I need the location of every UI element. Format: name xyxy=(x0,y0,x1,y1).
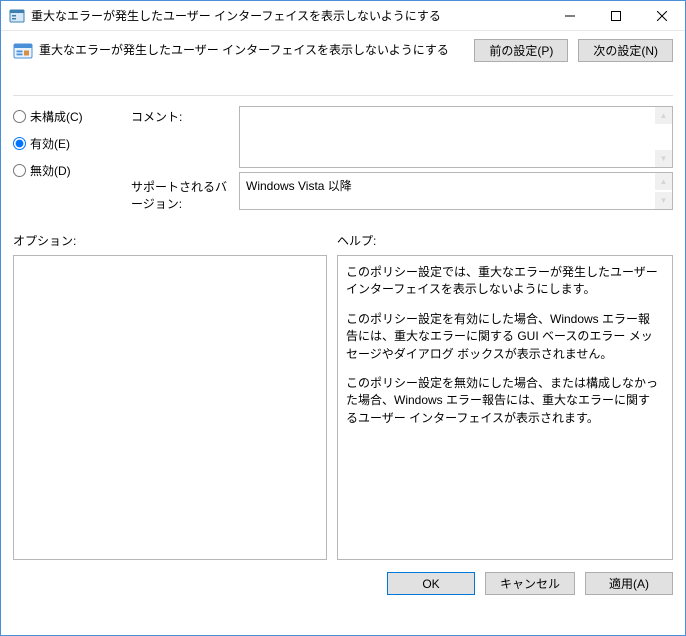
policy-icon xyxy=(13,41,33,61)
next-setting-button[interactable]: 次の設定(N) xyxy=(578,39,673,62)
titlebar: 重大なエラーが発生したユーザー インターフェイスを表示しないようにする xyxy=(1,1,685,31)
previous-setting-button[interactable]: 前の設定(P) xyxy=(474,39,568,62)
help-paragraph: このポリシー設定では、重大なエラーが発生したユーザー インターフェイスを表示しな… xyxy=(346,264,662,299)
options-label: オプション: xyxy=(13,232,337,249)
comment-field[interactable]: ▲ ▼ xyxy=(239,106,673,168)
radio-not-configured-input[interactable] xyxy=(13,110,26,123)
radio-enabled-input[interactable] xyxy=(13,137,26,150)
ok-button[interactable]: OK xyxy=(387,572,475,595)
options-panel xyxy=(13,255,327,560)
comment-value xyxy=(240,107,672,115)
help-paragraph: このポリシー設定を有効にした場合、Windows エラー報告には、重大なエラーに… xyxy=(346,311,662,363)
divider xyxy=(13,95,673,96)
policy-title: 重大なエラーが発生したユーザー インターフェイスを表示しないようにする xyxy=(39,39,464,58)
radio-not-configured-label: 未構成(C) xyxy=(30,108,83,125)
close-button[interactable] xyxy=(639,1,685,31)
comment-label: コメント: xyxy=(131,106,231,125)
help-label: ヘルプ: xyxy=(337,232,673,249)
supported-field: Windows Vista 以降 ▲ ▼ xyxy=(239,172,673,210)
radio-disabled[interactable]: 無効(D) xyxy=(13,162,123,179)
window-title: 重大なエラーが発生したユーザー インターフェイスを表示しないようにする xyxy=(31,7,547,24)
apply-button[interactable]: 適用(A) xyxy=(585,572,673,595)
scroll-down-icon: ▼ xyxy=(655,150,672,167)
cancel-button[interactable]: キャンセル xyxy=(485,572,575,595)
app-icon xyxy=(9,8,25,24)
maximize-button[interactable] xyxy=(593,1,639,31)
radio-not-configured[interactable]: 未構成(C) xyxy=(13,108,123,125)
help-paragraph: このポリシー設定を無効にした場合、または構成しなかった場合、Windows エラ… xyxy=(346,375,662,427)
scroll-down-icon: ▼ xyxy=(655,192,672,209)
supported-label: サポートされるバージョン: xyxy=(131,172,231,212)
radio-disabled-label: 無効(D) xyxy=(30,162,71,179)
help-panel: このポリシー設定では、重大なエラーが発生したユーザー インターフェイスを表示しな… xyxy=(337,255,673,560)
radio-enabled-label: 有効(E) xyxy=(30,135,70,152)
radio-enabled[interactable]: 有効(E) xyxy=(13,135,123,152)
scroll-up-icon: ▲ xyxy=(655,107,672,124)
radio-disabled-input[interactable] xyxy=(13,164,26,177)
supported-value: Windows Vista 以降 xyxy=(240,173,672,198)
minimize-button[interactable] xyxy=(547,1,593,31)
scroll-up-icon: ▲ xyxy=(655,173,672,190)
